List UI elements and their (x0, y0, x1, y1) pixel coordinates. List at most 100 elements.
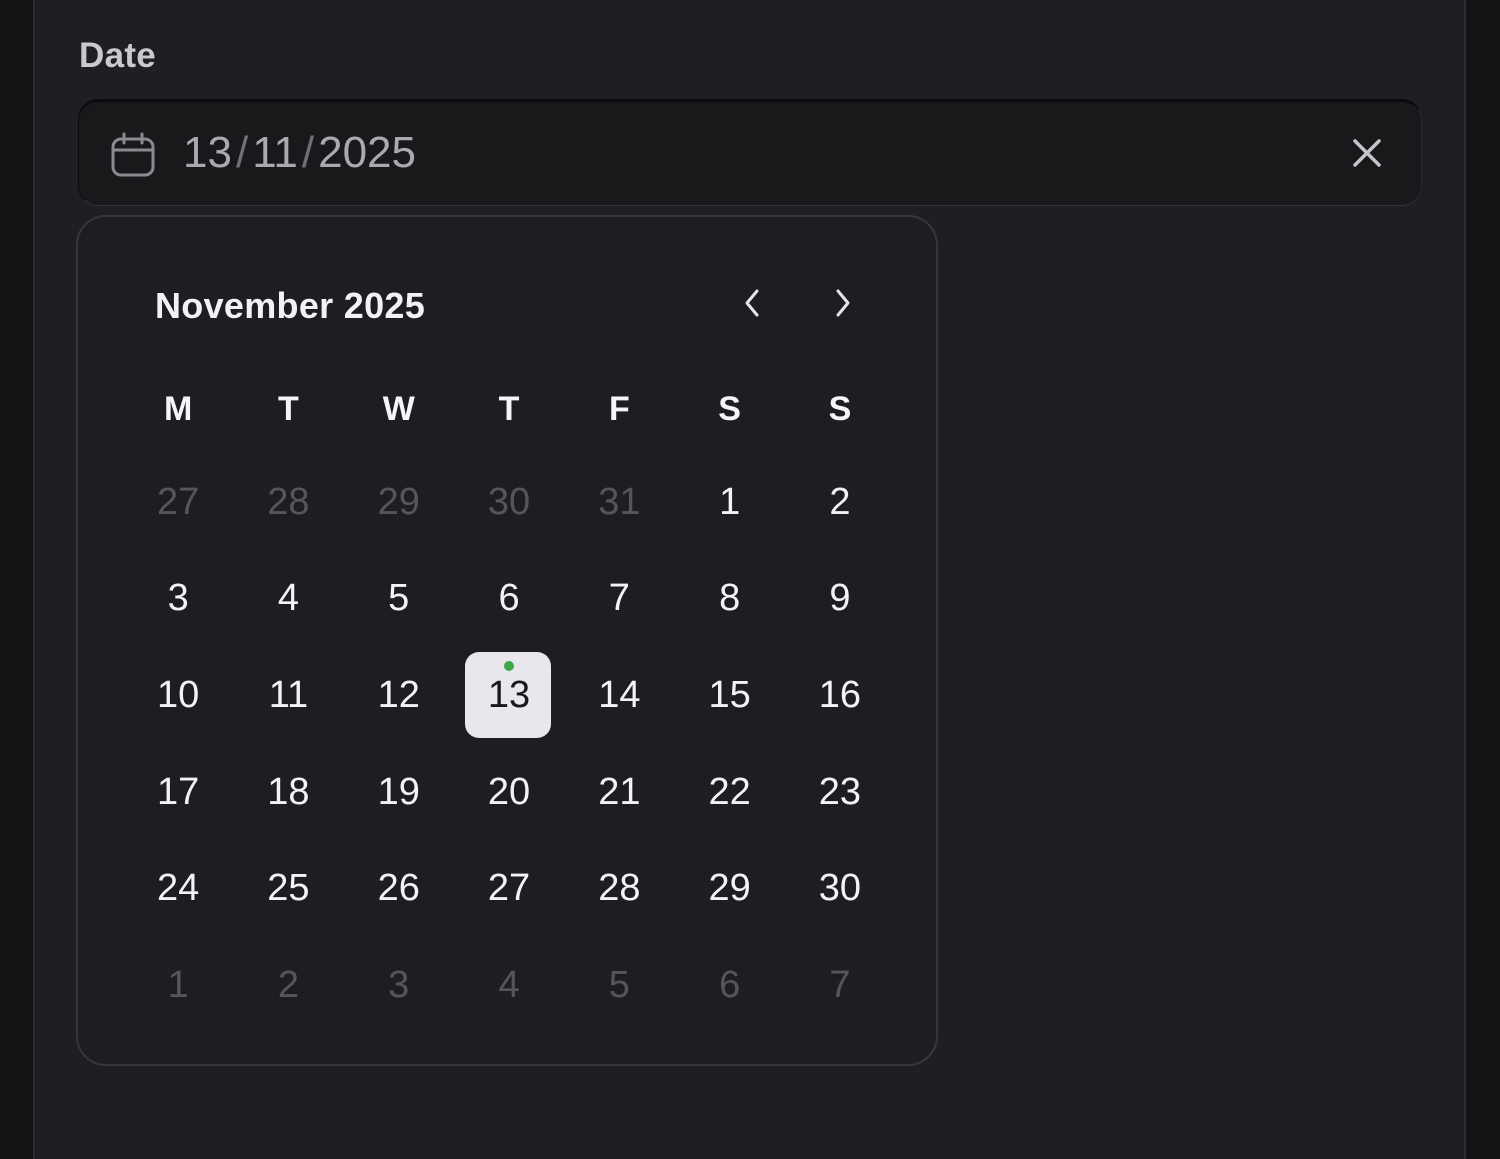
chevron-right-icon (831, 287, 855, 324)
calendar-day-number: 28 (267, 480, 310, 523)
calendar-day-number: 6 (719, 963, 741, 1006)
calendar-day[interactable]: 17 (123, 744, 233, 841)
date-input[interactable]: 13 / 11 / 2025 (78, 99, 1422, 206)
calendar-day[interactable]: 26 (344, 840, 454, 937)
calendar-day-number: 30 (487, 480, 531, 523)
calendar-day[interactable]: 30 (785, 840, 895, 937)
calendar-day-number: 1 (719, 480, 741, 523)
calendar-day[interactable]: 12 (344, 647, 454, 744)
calendar-popover: November 2025 MTWTFSS 27 28 29 30 31 1 2 3 4 5 6 7 8… (76, 215, 938, 1066)
weekday-header: S (718, 389, 741, 428)
calendar-day-number: 28 (598, 867, 641, 910)
calendar-day-outside[interactable]: 1 (123, 937, 233, 1034)
calendar-day-number: 27 (157, 480, 200, 523)
calendar-day-number: 3 (388, 963, 410, 1006)
calendar-day[interactable]: 14 (564, 647, 674, 744)
calendar-day-number: 18 (267, 770, 310, 813)
calendar-day[interactable]: 25 (233, 840, 343, 937)
calendar-day[interactable]: 7 (564, 551, 674, 648)
calendar-day-number: 24 (157, 867, 200, 910)
calendar-grid: MTWTFSS 27 28 29 30 31 1 2 3 4 5 6 7 8 9 10 11 12 13 14 15 1… (123, 372, 895, 1034)
calendar-day[interactable]: 29 (674, 840, 784, 937)
calendar-day-number: 29 (377, 480, 420, 523)
calendar-day-number: 11 (268, 673, 309, 716)
calendar-day[interactable]: 2 (785, 454, 895, 551)
calendar-day[interactable]: 23 (785, 744, 895, 841)
calendar-day[interactable]: 19 (344, 744, 454, 841)
calendar-day-number: 21 (598, 770, 641, 813)
calendar-day-number: 4 (498, 963, 520, 1006)
calendar-day[interactable]: 28 (564, 840, 674, 937)
calendar-day-number: 5 (388, 577, 410, 620)
calendar-day-number: 6 (498, 577, 520, 620)
calendar-day-number: 26 (377, 867, 420, 910)
weekday-header: T (278, 389, 299, 428)
calendar-icon (109, 131, 157, 179)
calendar-day-outside[interactable]: 29 (344, 454, 454, 551)
calendar-day-outside[interactable]: 4 (454, 937, 564, 1034)
calendar-day-number: 16 (818, 673, 862, 716)
calendar-day-number: 1 (167, 963, 189, 1006)
calendar-day[interactable]: 10 (123, 647, 233, 744)
calendar-day[interactable]: 20 (454, 744, 564, 841)
clear-date-button[interactable] (1347, 135, 1387, 175)
calendar-day-outside[interactable]: 28 (233, 454, 343, 551)
calendar-day[interactable]: 5 (344, 551, 454, 648)
calendar-day-number: 7 (829, 963, 851, 1006)
calendar-day[interactable]: 16 (785, 647, 895, 744)
calendar-day[interactable]: 6 (454, 551, 564, 648)
previous-month-button[interactable] (732, 285, 772, 325)
weekday-header-row: MTWTFSS (123, 372, 895, 446)
calendar-day[interactable]: 21 (564, 744, 674, 841)
close-icon (1351, 137, 1383, 174)
calendar-day-number: 5 (608, 963, 630, 1006)
calendar-day-number: 17 (157, 770, 200, 813)
calendar-day[interactable]: 8 (674, 551, 784, 648)
calendar-day-number: 2 (829, 480, 851, 523)
calendar-day-outside[interactable]: 30 (454, 454, 564, 551)
calendar-day-outside[interactable]: 5 (564, 937, 674, 1034)
date-separator: / (301, 128, 315, 177)
calendar-day[interactable]: 4 (233, 551, 343, 648)
calendar-day-number: 27 (487, 867, 531, 910)
calendar-day-number: 2 (277, 963, 300, 1006)
calendar-day-outside[interactable]: 2 (233, 937, 343, 1034)
calendar-day[interactable]: 18 (233, 744, 343, 841)
weekday-header: M (163, 389, 193, 428)
calendar-day-number: 29 (708, 867, 751, 910)
calendar-day[interactable]: 22 (674, 744, 784, 841)
calendar-day-selected[interactable]: 13 (454, 647, 564, 744)
date-day-segment[interactable]: 13 (183, 128, 232, 178)
calendar-day-number: 25 (267, 867, 310, 910)
calendar-day[interactable]: 3 (123, 551, 233, 648)
date-field-label: Date (79, 36, 157, 75)
calendar-day-number: 14 (598, 673, 641, 716)
calendar-day[interactable]: 1 (674, 454, 784, 551)
calendar-day-number: 8 (719, 577, 741, 620)
calendar-month-title: November 2025 (155, 285, 426, 326)
weekday-header: S (828, 389, 852, 428)
weekday-header: W (382, 389, 415, 428)
calendar-day-outside[interactable]: 31 (564, 454, 674, 551)
calendar-day-outside[interactable]: 3 (344, 937, 454, 1034)
calendar-day-number: 15 (708, 673, 751, 716)
calendar-days: 27 28 29 30 31 1 2 3 4 5 6 7 8 9 10 11 12 13 14 15 16 17 18 19 2… (123, 454, 895, 1034)
calendar-day-outside[interactable]: 27 (123, 454, 233, 551)
calendar-day-number: 7 (608, 577, 630, 620)
next-month-button[interactable] (823, 285, 863, 325)
calendar-day-number: 20 (487, 770, 531, 813)
date-year-segment[interactable]: 2025 (318, 128, 416, 178)
calendar-day[interactable]: 27 (454, 840, 564, 937)
calendar-day-outside[interactable]: 6 (674, 937, 784, 1034)
date-value[interactable]: 13 / 11 / 2025 (183, 128, 416, 178)
calendar-day-number: 19 (377, 770, 420, 813)
calendar-day-number: 12 (377, 673, 420, 716)
calendar-day[interactable]: 9 (785, 551, 895, 648)
calendar-day-outside[interactable]: 7 (785, 937, 895, 1034)
date-month-segment[interactable]: 11 (252, 128, 298, 178)
calendar-day[interactable]: 15 (674, 647, 784, 744)
calendar-day[interactable]: 11 (233, 647, 343, 744)
calendar-day[interactable]: 24 (123, 840, 233, 937)
calendar-day-number: 23 (818, 770, 862, 813)
calendar-day-number: 22 (708, 770, 751, 813)
